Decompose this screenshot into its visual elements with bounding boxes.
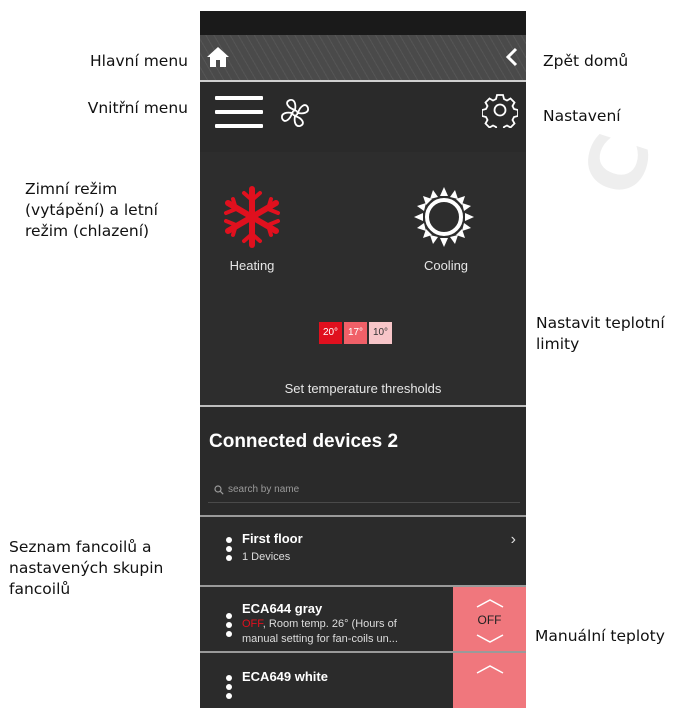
chevron-up-icon[interactable] <box>475 663 505 675</box>
hamburger-icon[interactable] <box>215 96 263 128</box>
group-row[interactable]: First floor 1 Devices › <box>200 515 526 587</box>
snowflake-icon[interactable] <box>220 185 284 249</box>
inner-menu-bar <box>200 82 526 153</box>
heating-label: Heating <box>229 258 275 273</box>
annotation-limits: Nastavit teplotní limity <box>536 313 665 355</box>
chevron-up-icon[interactable] <box>475 597 505 609</box>
manual-temp-control[interactable]: OFF <box>453 587 526 653</box>
annotation-back-home: Zpět domů <box>543 52 629 70</box>
search-input[interactable]: search by name <box>214 484 299 495</box>
annotation-mode: Zimní režim (vytápění) a letní režim (ch… <box>25 179 158 242</box>
status-bar <box>200 11 526 35</box>
app-screen: Heating Cooling 20° 17° 10° Set temperat… <box>200 11 526 708</box>
search-placeholder: search by name <box>228 484 300 495</box>
threshold-high[interactable]: 20° <box>319 322 342 344</box>
search-icon <box>214 484 224 495</box>
annotation-mode-line3: režim (chlazení) <box>25 222 150 240</box>
annotation-limits-line1: Nastavit teplotní <box>536 314 665 332</box>
home-icon[interactable] <box>206 46 230 68</box>
search-underline <box>208 502 520 503</box>
device-details-line2: manual setting for fan-coils un... <box>242 633 398 645</box>
device-status: OFF <box>242 618 263 630</box>
cooling-label: Cooling <box>423 258 469 273</box>
annotation-list-line2: nastavených skupin <box>9 559 164 577</box>
mode-section: Heating Cooling 20° 17° 10° Set temperat… <box>200 152 526 407</box>
threshold-chips[interactable]: 20° 17° 10° <box>319 322 392 344</box>
top-bar <box>200 35 526 82</box>
annotation-settings: Nastavení <box>543 107 621 125</box>
chevron-right-icon[interactable]: › <box>511 531 516 549</box>
chevron-left-icon[interactable] <box>504 46 520 68</box>
device-row[interactable]: ECA644 gray OFF, Room temp. 26° (Hours o… <box>200 585 526 653</box>
annotation-list-line1: Seznam fancoilů a <box>9 538 152 556</box>
device-name: ECA644 gray <box>242 601 323 616</box>
devices-title: Connected devices 2 <box>209 431 399 452</box>
manual-temp-control[interactable] <box>453 653 526 708</box>
fan-icon[interactable] <box>278 96 312 130</box>
off-button[interactable]: OFF <box>453 613 526 627</box>
drag-handle-icon[interactable] <box>226 675 232 702</box>
threshold-mid[interactable]: 17° <box>344 322 367 344</box>
annotation-manual-temps: Manuální teploty <box>535 627 665 645</box>
threshold-label: Set temperature thresholds <box>284 381 442 396</box>
annotation-limits-line2: limity <box>536 335 580 353</box>
chevron-down-icon[interactable] <box>475 633 505 645</box>
annotation-list: Seznam fancoilů a nastavených skupin fan… <box>9 537 163 600</box>
annotation-mode-line1: Zimní režim <box>25 180 118 198</box>
device-details-line1: OFF, Room temp. 26° (Hours of <box>242 618 397 630</box>
sun-icon[interactable] <box>412 185 476 249</box>
drag-handle-icon[interactable] <box>226 613 232 640</box>
device-details-text: , Room temp. 26° (Hours of <box>262 618 397 630</box>
threshold-low[interactable]: 10° <box>369 322 392 344</box>
annotation-inner-menu: Vnitřní menu <box>87 99 188 117</box>
drag-handle-icon[interactable] <box>226 537 232 564</box>
gear-icon[interactable] <box>482 92 518 128</box>
annotation-mode-line2: (vytápění) a letní <box>25 201 158 219</box>
device-row[interactable]: ECA649 white <box>200 651 526 708</box>
group-name: First floor <box>242 531 303 546</box>
annotation-list-line3: fancoilů <box>9 580 71 598</box>
group-count: 1 Devices <box>242 551 291 563</box>
device-name: ECA649 white <box>242 669 328 684</box>
watermark: C <box>566 123 671 207</box>
annotation-main-menu: Hlavní menu <box>90 52 188 70</box>
